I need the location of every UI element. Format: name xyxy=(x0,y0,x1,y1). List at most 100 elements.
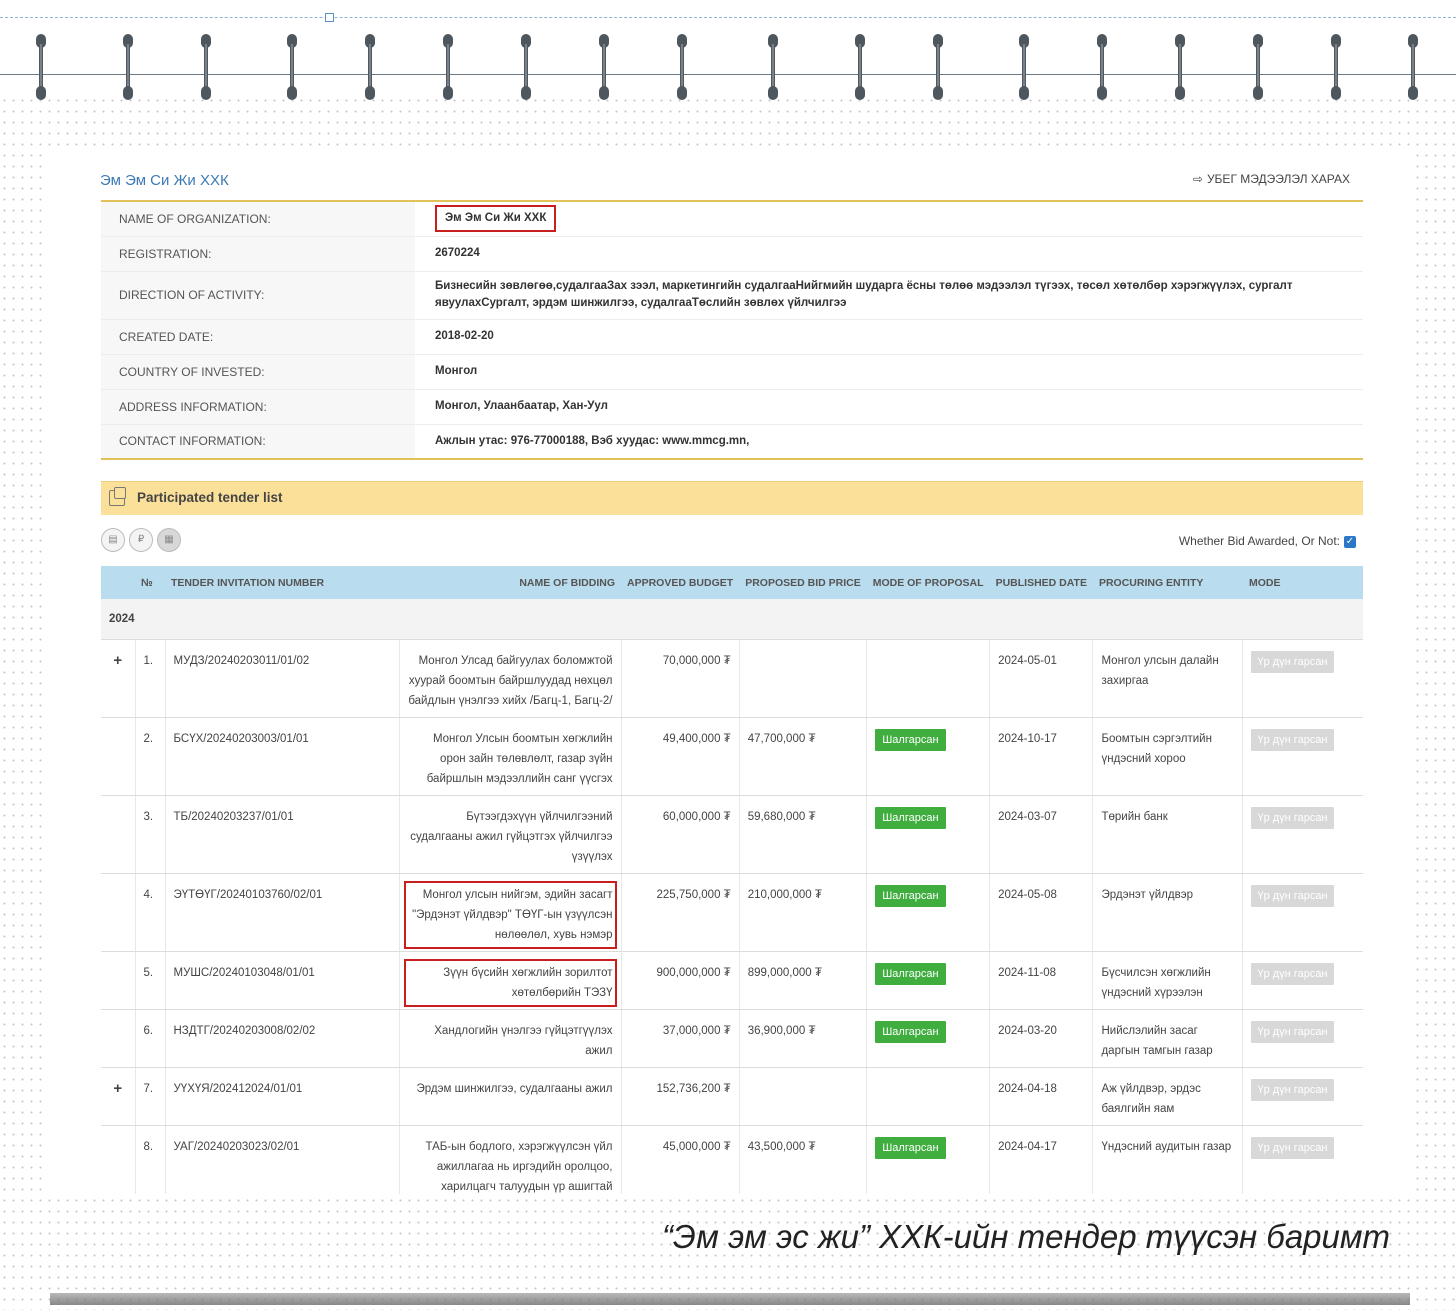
awarded-checkbox[interactable]: ✓ xyxy=(1344,535,1356,548)
tender-number-link[interactable]: ЭҮТӨҮГ/20240103760/02/01 xyxy=(165,873,400,952)
procuring-entity-link[interactable]: Монгол улсын далайн захиргаа xyxy=(1092,639,1244,718)
col-bid[interactable]: PROPOSED BID PRICE xyxy=(739,566,867,599)
result-released-badge[interactable]: Үр дүн гарсан xyxy=(1251,1021,1334,1043)
row-expand-button[interactable] xyxy=(101,795,136,874)
approved-budget: 900,000,000 ₮ xyxy=(621,951,740,1010)
col-name[interactable]: NAME OF BIDDING xyxy=(399,566,621,599)
info-key: COUNTRY OF INVESTED: xyxy=(101,354,415,390)
org-name-highlight: Эм Эм Си Жи ХХК xyxy=(435,205,557,233)
selection-handle[interactable] xyxy=(325,13,334,22)
published-date: 2024-10-17 xyxy=(989,717,1094,796)
tender-number-link[interactable]: УҮХҮЯ/202412024/01/01 xyxy=(165,1067,400,1126)
tender-row[interactable]: 6. НЗДТГ/20240203008/02/02 Хандлогийн үнэл… xyxy=(101,1009,1363,1068)
result-released-badge[interactable]: Үр дүн гарсан xyxy=(1251,963,1334,985)
info-row: CREATED DATE: 2018-02-20 xyxy=(101,319,1363,355)
binder-ring xyxy=(201,34,211,100)
row-expand-button[interactable]: + xyxy=(101,639,136,718)
result-released-badge[interactable]: Үр дүн гарсан xyxy=(1251,885,1334,907)
page-shadow xyxy=(50,1293,1410,1305)
row-expand-button[interactable] xyxy=(101,1125,136,1194)
procuring-entity-link[interactable]: Боомтын сэргэлтийн үндэсний хороо xyxy=(1092,717,1244,796)
col-budget[interactable]: APPROVED BUDGET xyxy=(621,566,740,599)
result-released-badge[interactable]: Үр дүн гарсан xyxy=(1251,729,1334,751)
image-caption: “Эм эм эс жи” ХХК-ийн тендер түүсэн бари… xyxy=(661,1218,1390,1255)
procuring-entity-link[interactable]: Эрдэнэт үйлдвэр xyxy=(1092,873,1244,952)
tender-row[interactable]: +7. УҮХҮЯ/202412024/01/01 Эрдэм шинжилгээ,… xyxy=(101,1067,1363,1126)
mode-of-proposal: Шалгарсан xyxy=(866,951,991,1010)
approved-budget: 49,400,000 ₮ xyxy=(621,717,740,796)
tender-row[interactable]: +1. МУДЗ/20240203011/01/02 Монгол Улсад ба… xyxy=(101,639,1363,718)
mode-status: Үр дүн гарсан xyxy=(1242,717,1363,796)
tender-number-link[interactable]: БСҮХ/20240203003/01/01 xyxy=(165,717,400,796)
proposed-bid-price xyxy=(739,639,868,718)
tender-row[interactable]: 4. ЭҮТӨҮГ/20240103760/02/01 Монгол улсын н… xyxy=(101,873,1363,952)
binder-ring xyxy=(1408,34,1418,100)
row-expand-button[interactable] xyxy=(101,1009,136,1068)
binder-ring xyxy=(1019,34,1029,100)
tender-row[interactable]: 5. МУШС/20240103048/01/01 Зүүн бүсийн хөгж… xyxy=(101,951,1363,1010)
col-mode-proposal[interactable]: MODE OF PROPOSAL xyxy=(866,566,990,599)
col-entity[interactable]: PROCURING ENTITY xyxy=(1092,566,1243,599)
info-value: 2018-02-20 xyxy=(415,319,1363,355)
binder-line xyxy=(0,74,1456,75)
year-group-row: 2024 xyxy=(101,599,1363,640)
approved-budget: 70,000,000 ₮ xyxy=(621,639,740,718)
tender-number-link[interactable]: МУШС/20240103048/01/01 xyxy=(165,951,400,1010)
mode-of-proposal: Шалгарсан xyxy=(866,1009,991,1068)
procuring-entity-link[interactable]: Аж үйлдвэр, эрдэс баялгийн яам xyxy=(1092,1067,1244,1126)
binder-ring xyxy=(1253,34,1263,100)
bidding-name-highlight: Зүүн бүсийн хөгжлийн зорилтот хөтөлбөрий… xyxy=(403,959,617,1007)
tender-number-link[interactable]: ТБ/20240203237/01/01 xyxy=(165,795,400,874)
mode-status: Үр дүн гарсан xyxy=(1242,639,1363,718)
org-profile-card: Эм Эм Си Жи ХХК ⇨ УБЕГ МЭДЭЭЛЭЛ ХАРАХ NAM… xyxy=(48,152,1410,1194)
col-number[interactable]: TENDER INVITATION NUMBER xyxy=(165,566,399,599)
org-title[interactable]: Эм Эм Си Жи ХХК xyxy=(100,172,229,189)
result-released-badge[interactable]: Үр дүн гарсан xyxy=(1251,1137,1334,1159)
row-expand-button[interactable] xyxy=(101,873,136,952)
procuring-entity-link[interactable]: Нийслэлийн засаг даргын тамгын газар xyxy=(1092,1009,1244,1068)
tender-number-link[interactable]: МУДЗ/20240203011/01/02 xyxy=(165,639,400,718)
binder-ring xyxy=(677,34,687,100)
row-expand-button[interactable]: + xyxy=(101,1067,136,1126)
bidding-name: ТАБ-ын бодлого, хэрэгжүүлсэн үйл ажиллаг… xyxy=(399,1125,622,1194)
selection-guide xyxy=(0,17,1456,18)
ubeg-info-link[interactable]: ⇨ УБЕГ МЭДЭЭЛЭЛ ХАРАХ xyxy=(1193,172,1350,186)
result-released-badge[interactable]: Үр дүн гарсан xyxy=(1251,651,1334,673)
procuring-entity-link[interactable]: Төрийн банк xyxy=(1092,795,1244,874)
calendar-button[interactable]: ▦ xyxy=(157,528,181,552)
info-value: 2670224 xyxy=(415,236,1363,272)
col-mode[interactable]: MODE xyxy=(1242,566,1363,599)
published-date: 2024-03-07 xyxy=(989,795,1094,874)
result-released-badge[interactable]: Үр дүн гарсан xyxy=(1251,807,1334,829)
binder-ring xyxy=(855,34,865,100)
row-expand-button[interactable] xyxy=(101,951,136,1010)
excel-export-button[interactable]: ▤ xyxy=(101,528,125,552)
col-no[interactable]: № xyxy=(135,566,165,599)
org-info-table: NAME OF ORGANIZATION: Эм Эм Си Жи ХХК RE… xyxy=(101,200,1363,460)
procuring-entity-link[interactable]: Үндэсний аудитын газар xyxy=(1092,1125,1244,1194)
binder-ring xyxy=(287,34,297,100)
info-row: NAME OF ORGANIZATION: Эм Эм Си Жи ХХК xyxy=(101,201,1363,237)
result-released-badge[interactable]: Үр дүн гарсан xyxy=(1251,1079,1334,1101)
col-date[interactable]: PUBLISHED DATE xyxy=(989,566,1093,599)
published-date: 2024-05-08 xyxy=(989,873,1094,952)
bidding-name: Монгол Улсад байгуулах боломжтой хуурай … xyxy=(399,639,622,718)
row-expand-button[interactable] xyxy=(101,717,136,796)
tender-row[interactable]: 2. БСҮХ/20240203003/01/01 Монгол Улсын боо… xyxy=(101,717,1363,796)
tender-row[interactable]: 3. ТБ/20240203237/01/01 Бүтээгдэхүүн үйлчи… xyxy=(101,795,1363,874)
row-number: 1. xyxy=(135,639,166,718)
tender-number-link[interactable]: УАГ/20240203023/02/01 xyxy=(165,1125,400,1194)
sign-out-icon: ⇨ xyxy=(1192,172,1203,186)
published-date: 2024-03-20 xyxy=(989,1009,1094,1068)
selected-badge: Шалгарсан xyxy=(875,1021,946,1043)
procuring-entity-link[interactable]: Бүсчилсэн хөгжлийн үндэсний хүрээлэн xyxy=(1092,951,1244,1010)
proposed-bid-price: 210,000,000 ₮ xyxy=(739,873,868,952)
print-button[interactable]: ₽ xyxy=(129,528,153,552)
selected-badge: Шалгарсан xyxy=(875,807,946,829)
tender-number-link[interactable]: НЗДТГ/20240203008/02/02 xyxy=(165,1009,400,1068)
mode-status: Үр дүн гарсан xyxy=(1242,951,1363,1010)
binder-ring xyxy=(123,34,133,100)
info-value: Монгол, Улаанбаатар, Хан-Уул xyxy=(415,389,1363,425)
proposed-bid-price: 43,500,000 ₮ xyxy=(739,1125,868,1194)
tender-row[interactable]: 8. УАГ/20240203023/02/01 ТАБ-ын бодлого, х… xyxy=(101,1125,1363,1194)
